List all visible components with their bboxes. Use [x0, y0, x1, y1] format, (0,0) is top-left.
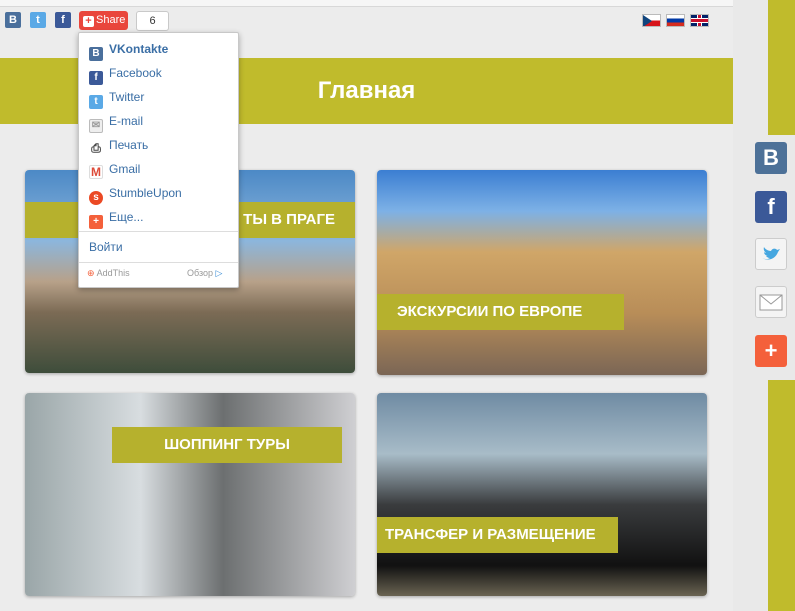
side-vk-button[interactable]: B — [755, 142, 787, 174]
mail-icon: ✉ — [89, 119, 103, 133]
tile-label[interactable]: ТРАНСФЕР И РАЗМЕЩЕНИЕ — [377, 517, 618, 553]
side-accent-top — [768, 0, 795, 135]
share-menu-item-print[interactable]: ⎙ Печать — [89, 136, 149, 155]
share-menu-item-label: Facebook — [109, 66, 162, 80]
side-facebook-button[interactable]: f — [755, 191, 787, 223]
facebook-icon: f — [767, 194, 775, 219]
divider — [79, 262, 238, 263]
share-menu-login[interactable]: Войти — [89, 238, 123, 256]
top-divider — [0, 0, 733, 7]
share-menu: B VKontakte f Facebook t Twitter ✉ E-mail ⎙ П… — [78, 32, 239, 288]
share-button[interactable]: + Share — [79, 11, 128, 30]
share-menu-item-gmail[interactable]: M Gmail — [89, 160, 141, 179]
overview-label: Обзор — [187, 268, 213, 278]
vk-icon[interactable]: B — [5, 12, 21, 28]
share-menu-item-vkontakte[interactable]: B VKontakte — [89, 40, 169, 61]
vk-icon: B — [763, 145, 779, 170]
vk-icon: B — [89, 47, 103, 61]
tile-europe-tours[interactable]: ЭКСКУРСИИ ПО ЕВРОПЕ — [377, 170, 707, 375]
share-menu-item-label: Печать — [109, 138, 149, 152]
tile-transfer[interactable]: ТРАНСФЕР И РАЗМЕЩЕНИЕ — [377, 393, 707, 596]
share-menu-item-label: Gmail — [109, 162, 141, 176]
addthis-icon: ⊕ — [87, 268, 95, 278]
twitter-icon — [762, 247, 780, 260]
plus-icon: + — [83, 16, 94, 27]
share-menu-item-facebook[interactable]: f Facebook — [89, 64, 162, 85]
side-more-button[interactable]: + — [755, 335, 787, 367]
tile-label[interactable]: ЭКСКУРСИИ ПО ЕВРОПЕ — [377, 294, 624, 330]
share-menu-item-stumbleupon[interactable]: s StumbleUpon — [89, 184, 182, 205]
arrow-icon: ▷ — [215, 268, 223, 278]
share-menu-item-more[interactable]: + Еще... — [89, 208, 144, 229]
russian-flag-icon[interactable] — [666, 14, 685, 27]
share-menu-item-label: VKontakte — [109, 42, 169, 56]
tile-shopping-tours[interactable]: ШОППИНГ ТУРЫ — [25, 393, 355, 596]
side-accent-bottom — [768, 380, 795, 611]
addthis-label: AddThis — [96, 268, 130, 278]
stumbleupon-icon: s — [89, 191, 103, 205]
share-count: 6 — [136, 11, 169, 31]
more-icon: + — [89, 215, 103, 229]
twitter-icon[interactable]: t — [30, 12, 46, 28]
czech-flag-icon[interactable] — [642, 14, 661, 27]
divider — [79, 231, 238, 232]
facebook-icon: f — [89, 71, 103, 85]
facebook-icon[interactable]: f — [55, 12, 71, 28]
share-menu-item-label: Twitter — [109, 90, 145, 104]
share-menu-item-email[interactable]: ✉ E-mail — [89, 112, 144, 133]
addthis-brand[interactable]: ⊕ AddThis — [87, 268, 130, 279]
side-mail-button[interactable] — [755, 286, 787, 318]
more-icon: + — [764, 338, 778, 363]
side-twitter-button[interactable] — [755, 238, 787, 270]
gmail-icon: M — [89, 165, 103, 179]
mail-icon — [759, 294, 783, 311]
twitter-icon: t — [89, 95, 103, 109]
overview-link[interactable]: Обзор ▷ — [187, 268, 222, 279]
uk-flag-icon[interactable] — [690, 14, 709, 27]
tile-label[interactable]: ШОППИНГ ТУРЫ — [112, 427, 342, 463]
share-menu-item-label: Еще... — [109, 210, 144, 224]
share-menu-item-label: StumbleUpon — [109, 186, 182, 200]
share-menu-item-label: E-mail — [109, 114, 144, 128]
share-button-label: Share — [96, 14, 126, 26]
print-icon: ⎙ — [89, 141, 103, 155]
share-menu-item-twitter[interactable]: t Twitter — [89, 88, 145, 109]
